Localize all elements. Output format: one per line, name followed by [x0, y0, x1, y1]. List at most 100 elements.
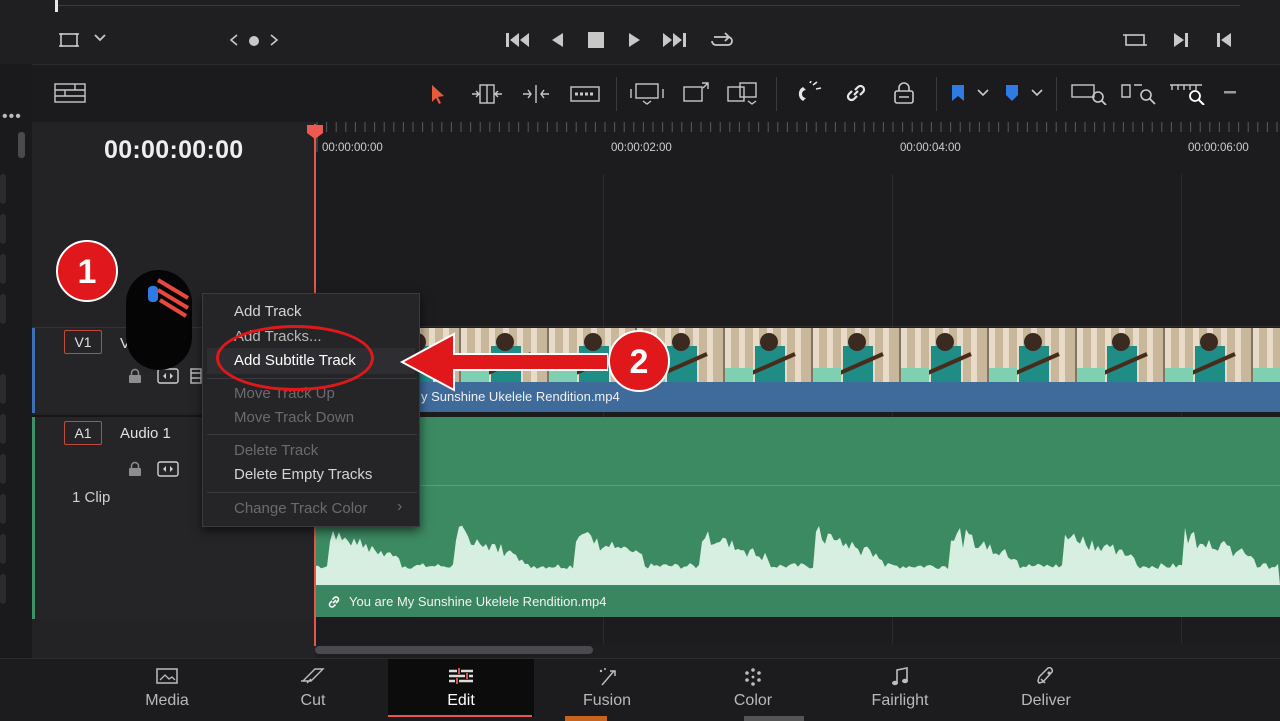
- video-thumbnail: [725, 328, 813, 382]
- flag-dropdown-icon[interactable]: [976, 87, 990, 99]
- blade-tool-icon[interactable]: [570, 85, 600, 103]
- ruler-label: 00:00:06:00: [1188, 142, 1249, 154]
- timeline-track-area[interactable]: y Sunshine Ukelele Rendition.mp4 You are…: [315, 174, 1280, 654]
- timeline-ruler[interactable]: 00:00:00:00 00:00:02:00 00:00:04:00 00:0…: [315, 122, 1280, 174]
- menu-change-track-color[interactable]: Change Track Color: [234, 500, 367, 517]
- left-panel-strip: •••: [0, 64, 33, 660]
- track-id-v1[interactable]: V1: [64, 330, 102, 354]
- loop-range-icon[interactable]: [1122, 31, 1148, 49]
- dot-icon[interactable]: [248, 35, 260, 47]
- side-tab[interactable]: [0, 374, 6, 404]
- menu-delete-empty-tracks[interactable]: Delete Empty Tracks: [234, 466, 372, 483]
- audio-clip[interactable]: You are My Sunshine Ukelele Rendition.mp…: [315, 417, 1280, 617]
- insert-clip-icon[interactable]: [630, 81, 664, 105]
- ruler-label: 00:00:02:00: [611, 142, 672, 154]
- replace-clip-icon[interactable]: [726, 81, 762, 105]
- dynamic-trim-icon[interactable]: [520, 83, 552, 105]
- clip-name: You are My Sunshine Ukelele Rendition.mp…: [349, 594, 607, 609]
- marker-icon[interactable]: [1004, 83, 1020, 103]
- chevron-down-icon[interactable]: [93, 31, 107, 45]
- page-tab-fairlight[interactable]: Fairlight: [827, 659, 973, 717]
- viewer-mode-icon[interactable]: [58, 31, 80, 49]
- track-name[interactable]: Audio 1: [120, 425, 171, 442]
- snapping-icon[interactable]: [797, 81, 823, 105]
- horizontal-scrollbar[interactable]: [315, 646, 593, 654]
- play-reverse-icon[interactable]: [549, 31, 567, 49]
- fusion-strip: [565, 716, 607, 721]
- video-thumbnail: [989, 328, 1077, 382]
- playhead-handle[interactable]: [306, 124, 324, 140]
- page-tab-color[interactable]: Color: [680, 659, 826, 717]
- play-icon[interactable]: [626, 31, 644, 49]
- side-tab[interactable]: [0, 414, 6, 444]
- chevron-left-icon[interactable]: [228, 33, 240, 47]
- timeline-view-options-icon[interactable]: [54, 83, 86, 103]
- track-color-bar: [32, 328, 35, 413]
- side-tab[interactable]: [0, 214, 6, 244]
- auto-select-icon[interactable]: [157, 368, 179, 384]
- page-tab-deliver[interactable]: Deliver: [973, 659, 1119, 717]
- trim-tool-icon[interactable]: [470, 83, 504, 105]
- jump-start-icon[interactable]: [1215, 31, 1233, 49]
- scrubber-handle[interactable]: [55, 0, 58, 12]
- step-badge-1: 1: [56, 240, 118, 302]
- edit-toolbar: [32, 64, 1280, 124]
- zoom-custom-icon[interactable]: [1168, 81, 1208, 105]
- selection-tool-icon[interactable]: [430, 83, 446, 105]
- zoom-full-icon[interactable]: [1070, 81, 1108, 105]
- overwrite-clip-icon[interactable]: [682, 81, 712, 105]
- lock-track-icon[interactable]: [128, 461, 142, 477]
- more-options-icon[interactable]: •••: [2, 108, 22, 126]
- loop-icon[interactable]: [708, 29, 736, 51]
- clip-count: 1 Clip: [72, 489, 111, 506]
- track-id-a1[interactable]: A1: [64, 421, 102, 445]
- menu-delete-track[interactable]: Delete Track: [234, 442, 318, 459]
- page-tab-media[interactable]: Media: [94, 659, 240, 717]
- side-tab[interactable]: [0, 294, 6, 324]
- menu-move-track-down[interactable]: Move Track Down: [234, 409, 354, 426]
- page-tab-cut[interactable]: Cut: [240, 659, 386, 717]
- track-divider: [315, 326, 1280, 327]
- marker-dropdown-icon[interactable]: [1030, 87, 1044, 99]
- highlight-ellipse: [216, 325, 374, 391]
- fusion-icon: [534, 667, 680, 687]
- video-thumbnail: [901, 328, 989, 382]
- side-tab[interactable]: [0, 534, 6, 564]
- auto-select-icon[interactable]: [157, 461, 179, 477]
- linked-selection-icon[interactable]: [844, 81, 868, 105]
- skip-back-icon[interactable]: [504, 31, 532, 49]
- stop-icon[interactable]: [587, 31, 605, 49]
- zoom-out-icon[interactable]: [1224, 91, 1236, 95]
- jump-end-icon[interactable]: [1172, 31, 1190, 49]
- toolbar-divider: [776, 77, 777, 111]
- menu-add-track[interactable]: Add Track: [234, 303, 302, 320]
- flag-icon[interactable]: [950, 83, 966, 103]
- fairlight-icon: [827, 667, 973, 687]
- position-lock-icon[interactable]: [892, 81, 916, 105]
- chevron-right-icon[interactable]: [268, 33, 280, 47]
- skip-forward-icon[interactable]: [660, 31, 688, 49]
- page-tab-fusion[interactable]: Fusion: [534, 659, 680, 717]
- side-tab[interactable]: [0, 254, 6, 284]
- timecode-display[interactable]: 00:00:00:00: [104, 136, 244, 165]
- scrubber-bar[interactable]: [56, 0, 1240, 6]
- ruler-label: 00:00:04:00: [900, 142, 961, 154]
- cursor-icon: [126, 270, 192, 370]
- audio-waveform: [315, 525, 1280, 585]
- side-tab[interactable]: [0, 174, 6, 204]
- scrollbar-thumb[interactable]: [18, 132, 25, 158]
- disable-track-icon[interactable]: [190, 368, 202, 384]
- color-strip: [744, 716, 804, 721]
- edit-icon: [388, 667, 534, 685]
- lock-track-icon[interactable]: [128, 368, 142, 384]
- video-thumbnail: [1077, 328, 1165, 382]
- side-tab[interactable]: [0, 574, 6, 604]
- ruler-label: 00:00:00:00: [322, 142, 383, 154]
- link-icon: [327, 595, 341, 609]
- page-navigation-bar: Media Cut Edit Fusion Color Fairlight De…: [0, 658, 1280, 721]
- page-tab-edit[interactable]: Edit: [388, 659, 534, 717]
- zoom-detail-icon[interactable]: [1120, 81, 1158, 105]
- side-tab[interactable]: [0, 494, 6, 524]
- side-tab[interactable]: [0, 454, 6, 484]
- menu-separator: [207, 492, 417, 493]
